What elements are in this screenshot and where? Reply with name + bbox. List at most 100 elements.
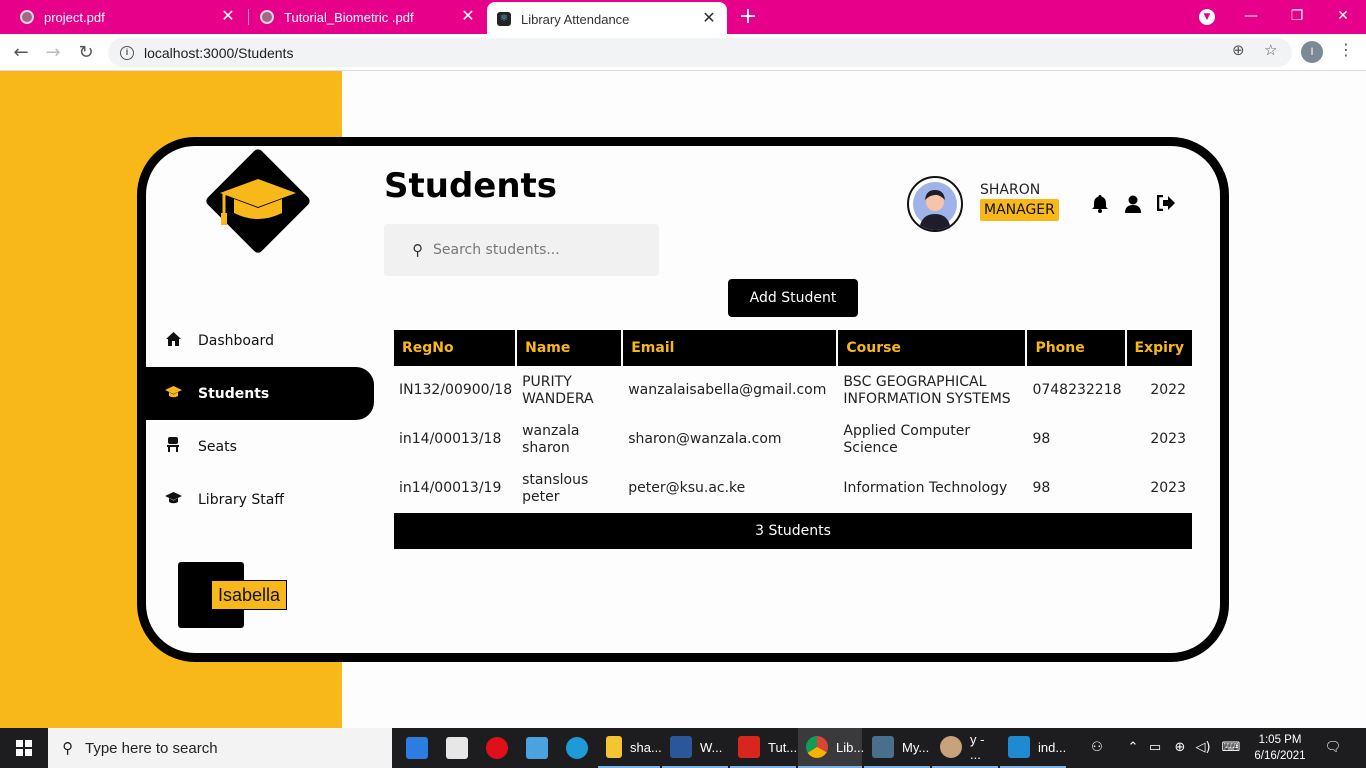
sidebar-item-seats[interactable]: Seats — [146, 420, 374, 473]
vscode-icon — [1008, 736, 1030, 758]
cell-regno: in14/00013/19 — [399, 480, 502, 496]
cell-course: BSC GEOGRAPHICAL INFORMATION SYSTEMS — [843, 373, 1011, 407]
address-bar: ← → ↻ i localhost:3000/Students ⊕ ☆ I ⋮ — [0, 34, 1366, 71]
clock-date: 6/16/2021 — [1254, 750, 1306, 762]
react-favicon-icon: ⚛ — [497, 12, 511, 26]
page: Dashboard Students Seats Library Staff I… — [0, 71, 1366, 728]
volume-icon[interactable]: ◁) — [1194, 728, 1212, 768]
close-window-button[interactable]: ✕ — [1320, 0, 1366, 34]
system-clock[interactable]: 1:05 PM 6/16/2021 — [1248, 732, 1312, 764]
logout-icon[interactable] — [1156, 194, 1176, 215]
main-card: Dashboard Students Seats Library Staff I… — [137, 137, 1229, 662]
profile-avatar[interactable]: I — [1301, 41, 1323, 63]
taskbar-app-label: My... — [902, 739, 930, 755]
user-tag-name: Isabella — [211, 580, 288, 610]
graduation-cap-icon — [162, 385, 184, 402]
zoom-icon[interactable]: ⊕ — [1232, 41, 1245, 59]
search-input[interactable] — [433, 242, 633, 258]
tab-title: project.pdf — [44, 9, 105, 25]
table-row[interactable]: in14/00013/18 wanzala sharon sharon@wanz… — [394, 415, 1192, 464]
search-icon: ⚲ — [412, 241, 423, 259]
taskbar-app-label: sha... — [630, 739, 662, 755]
close-tab-icon[interactable]: ✕ — [220, 9, 236, 25]
windows-start-button[interactable] — [0, 728, 48, 768]
people-icon[interactable]: ⚇ — [1086, 728, 1108, 768]
folder-icon — [606, 736, 622, 758]
taskbar-app-pdf[interactable]: Tut... — [730, 728, 798, 768]
browser-tab-project-pdf[interactable]: project.pdf ✕ — [10, 0, 246, 34]
menu-kebab-icon[interactable]: ⋮ — [1338, 40, 1354, 59]
column-header-regno[interactable]: RegNo — [394, 330, 518, 366]
cell-expiry: 2023 — [1150, 480, 1186, 496]
new-tab-button[interactable]: + — [736, 5, 760, 29]
column-header-email[interactable]: Email — [623, 330, 839, 366]
network-globe-icon[interactable]: ⊕ — [1170, 728, 1190, 768]
reload-icon[interactable]: ↻ — [73, 40, 99, 66]
back-arrow-icon[interactable]: ← — [8, 40, 34, 66]
user-icon[interactable] — [1123, 195, 1143, 215]
column-header-course[interactable]: Course — [838, 330, 1028, 366]
bell-icon[interactable] — [1090, 195, 1110, 215]
add-student-button[interactable]: Add Student — [728, 279, 858, 317]
taskbar-app-label: Tut... — [768, 739, 798, 755]
taskbar-app-word[interactable]: W... — [662, 728, 728, 768]
store-app-icon[interactable] — [438, 728, 470, 768]
browser-tab-tutorial-pdf[interactable]: Tutorial_Biometric .pdf ✕ — [250, 0, 486, 34]
graduation-cap-icon — [162, 491, 184, 508]
sidebar-item-library-staff[interactable]: Library Staff — [146, 473, 374, 526]
taskbar-app-chrome[interactable]: Lib... — [798, 728, 864, 768]
keyboard-icon[interactable]: ⌨ — [1218, 728, 1244, 768]
forward-arrow-icon[interactable]: → — [40, 40, 66, 66]
taskbar-app-explorer[interactable]: sha... — [598, 728, 662, 768]
sidebar-item-label: Students — [198, 385, 270, 402]
mail-app-icon[interactable] — [398, 728, 430, 768]
taskbar-app-label: ind... — [1038, 739, 1067, 755]
table-row[interactable]: IN132/00900/18 PURITY WANDERA wanzalaisa… — [394, 366, 1192, 415]
cell-phone: 0748232218 — [1032, 382, 1122, 398]
sidebar-item-dashboard[interactable]: Dashboard — [146, 314, 374, 367]
close-tab-icon[interactable]: ✕ — [701, 11, 717, 27]
notifications-icon[interactable]: 🗨 — [1322, 728, 1344, 768]
clock-time: 1:05 PM — [1258, 734, 1302, 746]
taskbar-app-paint[interactable]: y - ... — [932, 728, 998, 768]
taskbar-app-label: W... — [700, 739, 723, 755]
taskbar-search[interactable]: ⚲ Type here to search — [48, 728, 392, 768]
graduation-cap-logo-icon — [220, 179, 296, 225]
opera-app-icon[interactable] — [478, 728, 510, 768]
minimize-button[interactable]: — — [1228, 0, 1274, 34]
tab-search-icon[interactable]: ▼ — [1199, 9, 1215, 25]
browser-tab-library-attendance[interactable]: ⚛ Library Attendance ✕ — [487, 2, 727, 36]
maximize-button[interactable]: ❐ — [1274, 0, 1320, 34]
students-table: RegNo Name Email Course Phone Expiry IN1… — [394, 330, 1192, 549]
cell-course: Information Technology — [843, 480, 1008, 496]
pc-app-icon[interactable] — [518, 728, 550, 768]
bookmark-star-icon[interactable]: ☆ — [1264, 41, 1277, 59]
sidebar-item-students[interactable]: Students — [146, 367, 374, 420]
table-row[interactable]: in14/00013/19 stanslous peter peter@ksu.… — [394, 464, 1192, 513]
cell-phone: 98 — [1032, 431, 1051, 447]
close-tab-icon[interactable]: ✕ — [460, 9, 476, 25]
pdf-favicon-icon — [260, 10, 274, 24]
url-omnibox[interactable]: i localhost:3000/Students — [108, 38, 1292, 67]
pdf-favicon-icon — [20, 10, 34, 24]
avatar[interactable] — [907, 176, 963, 232]
cell-regno: IN132/00900/18 — [399, 382, 513, 398]
column-header-expiry[interactable]: Expiry — [1126, 330, 1192, 366]
search-box[interactable]: ⚲ — [384, 224, 659, 276]
column-header-name[interactable]: Name — [517, 330, 624, 366]
url-text[interactable]: localhost:3000/Students — [144, 45, 293, 61]
student-count: 3 Students — [394, 513, 1192, 549]
battery-icon[interactable]: ▭ — [1146, 728, 1164, 768]
table-footer-row: 3 Students — [394, 513, 1192, 549]
taskbar-app-vscode[interactable]: ind... — [1000, 728, 1066, 768]
chevron-up-icon[interactable]: ⌃ — [1124, 728, 1142, 768]
sidebar-nav: Dashboard Students Seats Library Staff — [146, 314, 374, 526]
windows-taskbar: ⚲ Type here to search sha... W... Tut...… — [0, 728, 1366, 768]
site-info-icon[interactable]: i — [120, 45, 134, 60]
table-header-row: RegNo Name Email Course Phone Expiry — [394, 330, 1192, 366]
taskbar-app-mysql[interactable]: My... — [864, 728, 930, 768]
edge-app-icon[interactable] — [558, 728, 590, 768]
chair-icon — [162, 437, 184, 456]
column-header-phone[interactable]: Phone — [1027, 330, 1127, 366]
search-icon: ⚲ — [62, 739, 73, 757]
